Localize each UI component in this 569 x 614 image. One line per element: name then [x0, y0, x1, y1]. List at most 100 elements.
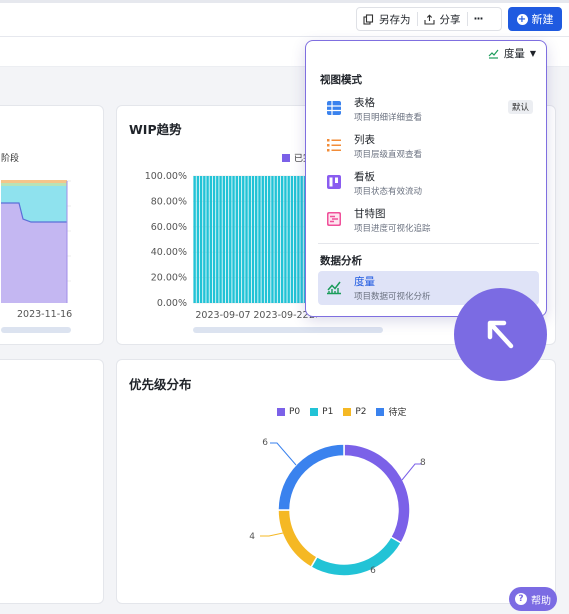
wip-bar — [245, 176, 248, 303]
priority-data-label: 8 — [420, 458, 426, 468]
stage-legend: 阶段 — [1, 151, 19, 164]
wip-bar — [293, 176, 297, 303]
stage-area-chart — [1, 180, 71, 303]
wip-bar — [261, 176, 264, 303]
wip-bar — [284, 176, 287, 303]
wip-bar — [248, 176, 251, 303]
view-option-title: 看板 — [354, 171, 375, 183]
share-icon — [423, 14, 435, 25]
new-label: 新建 — [531, 13, 554, 26]
wip-bar — [209, 176, 213, 303]
save-as-label: 另存为 — [379, 13, 411, 26]
wip-bar — [251, 176, 255, 303]
dropdown-divider — [318, 243, 539, 244]
wip-x-tick: 2023-09-22 — [253, 310, 308, 321]
wip-bar — [264, 176, 268, 303]
dropdown-current-label: 度量 — [503, 48, 525, 60]
view-option-gantt[interactable]: 甘特图 项目进度可视化追踪 — [318, 203, 539, 237]
wip-bar — [238, 176, 242, 303]
view-option-title: 列表 — [354, 134, 375, 146]
toolbar: 另存为 分享 ··· + 新建 — [0, 3, 569, 37]
wip-scrollbar[interactable] — [193, 327, 383, 333]
view-option-title: 表格 — [354, 97, 375, 109]
wip-bar — [267, 176, 271, 303]
more-icon: ··· — [473, 13, 484, 25]
wip-bar — [255, 176, 258, 303]
new-button[interactable]: + 新建 — [508, 7, 562, 31]
kanban-icon — [327, 175, 341, 189]
priority-chart-title: 优先级分布 — [129, 377, 192, 392]
wip-bar-chart: 100.00% 80.00% 60.00% 40.00% 20.00% 0.00% 2023… — [145, 171, 317, 321]
dropdown-current-view[interactable]: 度量 ▼ — [488, 46, 536, 61]
share-button[interactable]: 分享 — [418, 8, 467, 30]
wip-bar — [287, 176, 290, 303]
stage-legend-label: 阶段 — [1, 154, 20, 164]
wip-bar — [235, 176, 239, 303]
left-bottom-card — [0, 359, 104, 604]
priority-chart-card: 优先级分布 P0 P1 P2 待定 8646 — [116, 359, 556, 604]
more-button[interactable]: ··· — [468, 8, 489, 30]
wip-bar — [222, 176, 226, 303]
wip-bar — [225, 176, 229, 303]
table-icon — [327, 101, 341, 115]
stage-area-orange — [1, 180, 67, 183]
priority-data-label: 6 — [262, 438, 268, 448]
wip-chart-title: WIP趋势 — [129, 122, 182, 137]
priority-data-label: 4 — [249, 532, 255, 542]
view-option-desc: 项目层级直观查看 — [354, 150, 423, 160]
wip-y-tick: 40.00% — [151, 247, 187, 258]
wip-bar — [193, 176, 196, 303]
view-option-title: 度量 — [354, 276, 375, 288]
wip-bar — [271, 176, 274, 303]
caret-down-icon: ▼ — [529, 49, 536, 58]
wip-y-tick: 60.00% — [151, 222, 187, 233]
wip-bar — [274, 176, 277, 303]
wip-bar — [280, 176, 284, 303]
plus-icon: + — [516, 13, 528, 25]
view-option-list[interactable]: 列表 项目层级直观查看 — [318, 129, 539, 163]
wip-bar — [258, 176, 261, 303]
wip-bar — [216, 176, 219, 303]
stage-scrollbar[interactable] — [1, 327, 71, 333]
save-as-button[interactable]: 另存为 — [357, 8, 417, 30]
toolbar-button-group: 另存为 分享 ··· — [356, 7, 502, 31]
view-option-kanban[interactable]: 看板 项目状态有效流动 — [318, 166, 539, 200]
view-option-desc: 项目明细详细查看 — [354, 113, 423, 123]
priority-data-label: 6 — [370, 566, 376, 576]
view-option-desc: 项目进度可视化追踪 — [354, 224, 431, 234]
wip-bar — [277, 176, 281, 303]
view-mode-dropdown: 度量 ▼ 视图模式 表格 项目明细详细查看 默认 列表 项目层级直观查看 看板 … — [305, 40, 547, 317]
gantt-icon — [327, 212, 341, 226]
default-badge: 默认 — [507, 100, 533, 114]
wip-x-tick: 2023-09-07 — [195, 310, 250, 321]
priority-label-leader — [260, 532, 284, 537]
view-option-desc: 项目数据可视化分析 — [354, 292, 431, 302]
analysis-section-title: 数据分析 — [320, 255, 362, 267]
wip-bar — [212, 176, 216, 303]
metric-chart-icon — [327, 281, 341, 295]
wip-bar — [206, 176, 209, 303]
wip-bar — [232, 176, 235, 303]
stage-x-tick: 2023-11-16 — [17, 309, 73, 320]
view-option-desc: 项目状态有效流动 — [354, 187, 423, 197]
save-as-icon — [363, 13, 374, 25]
help-label: 帮助 — [531, 595, 551, 607]
priority-donut-slice — [343, 443, 411, 545]
priority-donut-slice — [309, 535, 403, 577]
help-button[interactable]: ? 帮助 — [509, 587, 557, 611]
priority-label-leader — [401, 463, 422, 481]
wip-bar — [219, 176, 222, 303]
share-label: 分享 — [439, 13, 461, 26]
cursor-highlight — [454, 288, 547, 381]
wip-bar — [229, 176, 232, 303]
wip-bar — [196, 176, 200, 303]
wip-bar — [199, 176, 203, 303]
wip-y-tick: 20.00% — [151, 273, 187, 284]
view-option-table[interactable]: 表格 项目明细详细查看 默认 — [318, 92, 539, 126]
wip-legend-swatch — [282, 153, 290, 162]
wip-bar — [290, 176, 294, 303]
priority-label-leader — [270, 442, 297, 466]
help-icon: ? — [515, 593, 527, 605]
stage-area-green — [1, 183, 67, 186]
wip-bar — [300, 176, 303, 303]
